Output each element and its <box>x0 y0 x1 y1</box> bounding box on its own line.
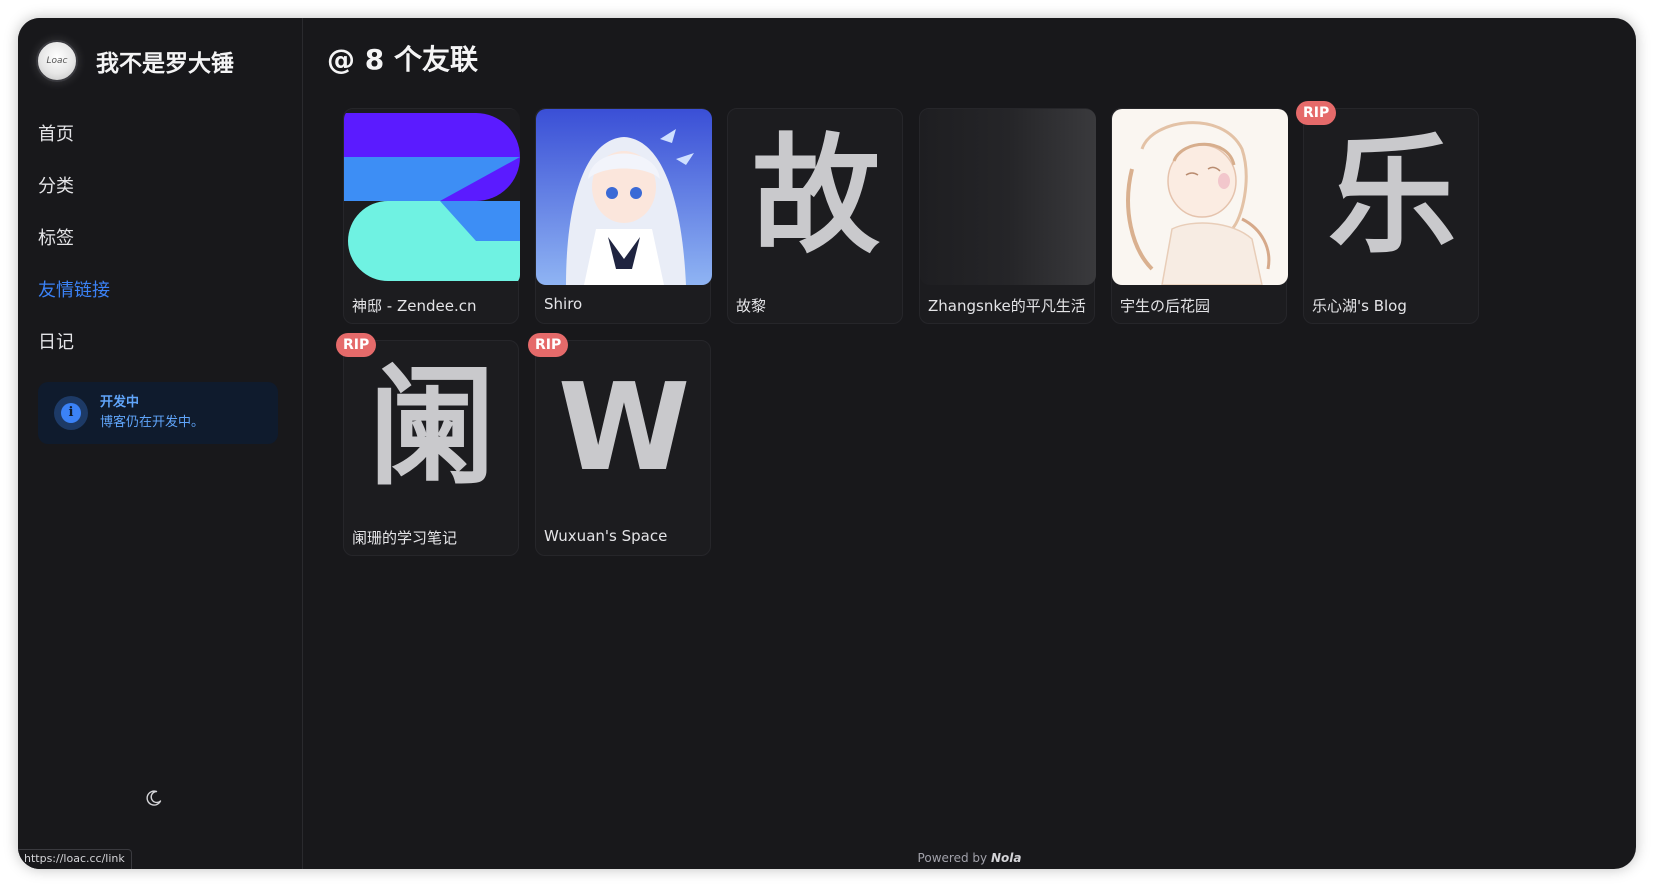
friend-name: 乐心湖's Blog <box>1312 297 1407 315</box>
footer: Powered by Nola <box>303 851 1636 865</box>
friend-card[interactable]: W Wuxuan's Space RIP <box>528 333 711 556</box>
friend-card[interactable]: 神邸 - Zendee.cn <box>343 108 520 324</box>
rip-badge: RIP <box>336 333 377 357</box>
sidebar-item-tags[interactable]: 标签 <box>38 224 110 276</box>
footer-brand-link[interactable]: Nola <box>991 851 1022 865</box>
sidebar-item-categories[interactable]: 分类 <box>38 172 110 224</box>
avatar[interactable]: Loac <box>36 40 78 82</box>
avatar-letter: 阑 <box>367 354 496 503</box>
friend-name: Zhangsnke的平凡生活 <box>928 297 1086 315</box>
sketch-girl-image <box>1112 109 1288 285</box>
avatar-letter: 故 <box>751 122 880 271</box>
brand[interactable]: Loac 我不是罗大锤 <box>36 40 234 82</box>
app-window: Loac 我不是罗大锤 首页 分类 标签 友情链接 日记 i 开发中 博客仍在开… <box>18 18 1636 869</box>
dev-notice: i 开发中 博客仍在开发中。 <box>38 382 278 444</box>
main-content: @ 8 个友联 神邸 - Zendee.cn Shiro 故 故黎 Zhangs… <box>303 18 1636 869</box>
avatar-letter: 乐 <box>1327 122 1456 271</box>
zendee-logo <box>344 109 520 285</box>
notice-body: 博客仍在开发中。 <box>100 415 205 430</box>
sidebar: Loac 我不是罗大锤 首页 分类 标签 友情链接 日记 i 开发中 博客仍在开… <box>18 18 303 869</box>
friend-links-grid: 神邸 - Zendee.cn Shiro 故 故黎 Zhangsnke的平凡生活… <box>336 101 1479 556</box>
friend-name: 神邸 - Zendee.cn <box>352 297 477 315</box>
friend-card[interactable]: 故 故黎 <box>727 108 903 324</box>
friend-card[interactable]: 乐 乐心湖's Blog RIP <box>1296 101 1479 324</box>
friend-card[interactable]: Shiro <box>535 108 712 324</box>
friend-card[interactable]: 宇生の后花园 <box>1111 108 1288 324</box>
site-title[interactable]: 我不是罗大锤 <box>96 44 234 78</box>
sidebar-item-friend-links[interactable]: 友情链接 <box>38 276 110 328</box>
friend-name: 故黎 <box>736 297 767 315</box>
sidebar-item-home[interactable]: 首页 <box>38 120 110 172</box>
info-icon: i <box>54 396 88 430</box>
friend-name: Shiro <box>544 295 583 313</box>
page-title: @ 8 个友联 <box>327 43 478 76</box>
friend-card[interactable]: 阑 阑珊的学习笔记 RIP <box>336 333 519 556</box>
rip-badge: RIP <box>1296 101 1337 125</box>
friend-name: 宇生の后花园 <box>1120 297 1211 315</box>
anime-girl-image <box>536 109 712 285</box>
footer-prefix: Powered by <box>917 851 988 865</box>
friend-name: Wuxuan's Space <box>544 527 668 545</box>
gradient-placeholder <box>920 109 1096 285</box>
avatar-letter: W <box>557 359 691 498</box>
status-bar-url: https://loac.cc/link <box>18 849 132 869</box>
sidebar-item-diary[interactable]: 日记 <box>38 328 110 380</box>
notice-title: 开发中 <box>100 395 140 410</box>
friend-name: 阑珊的学习笔记 <box>352 529 458 547</box>
moon-icon[interactable] <box>144 788 164 808</box>
sidebar-nav: 首页 分类 标签 友情链接 日记 <box>38 120 110 380</box>
rip-badge: RIP <box>528 333 569 357</box>
friend-card[interactable]: Zhangsnke的平凡生活 <box>919 108 1096 324</box>
